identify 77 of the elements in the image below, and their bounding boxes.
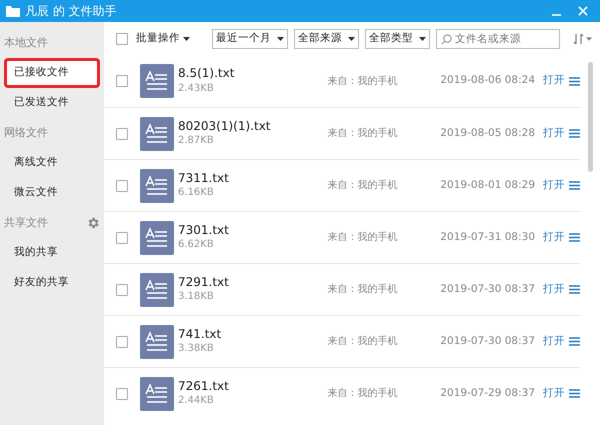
open-link[interactable]: 打开: [543, 126, 565, 142]
folder-icon: [6, 5, 20, 17]
row-checkbox[interactable]: [116, 388, 128, 400]
sidebar-item[interactable]: 已接收文件: [4, 58, 100, 88]
filter-dropdown[interactable]: 全部类型: [365, 28, 430, 48]
open-link[interactable]: 打开: [543, 334, 565, 350]
minimize-icon: [552, 14, 561, 16]
text-file-icon: [140, 116, 174, 150]
row-checkbox[interactable]: [116, 232, 128, 244]
file-date: 2019-08-01 08:29: [440, 178, 535, 193]
file-source: 来自：我的手机: [328, 178, 399, 193]
file-size: 2.87KB: [178, 134, 215, 148]
file-date: 2019-07-30 08:37: [440, 282, 535, 297]
sidebar-item[interactable]: 我的共享: [4, 238, 100, 268]
file-size: 2.43KB: [178, 82, 215, 96]
select-all-checkbox[interactable]: [116, 32, 128, 44]
sort-button[interactable]: [573, 32, 592, 44]
file-date: 2019-07-31 08:30: [440, 230, 535, 245]
sidebar-item[interactable]: 已发送文件: [4, 88, 100, 118]
file-date: 2019-07-29 08:37: [440, 386, 535, 401]
filter-dropdown[interactable]: 最近一个月: [212, 28, 288, 48]
file-source: 来自：我的手机: [328, 230, 399, 245]
caret-icon: [277, 36, 284, 40]
file-date: 2019-08-06 08:24: [440, 73, 535, 88]
open-link[interactable]: 打开: [543, 386, 565, 402]
row-checkbox[interactable]: [116, 336, 128, 348]
file-source: 来自：我的手机: [328, 386, 399, 401]
caret-icon: [586, 36, 592, 40]
scrollbar-thumb[interactable]: [588, 62, 593, 172]
file-name[interactable]: 7301.txt: [178, 222, 328, 238]
row-checkbox[interactable]: [116, 180, 128, 192]
text-file-icon: [140, 376, 174, 410]
text-file-icon: [140, 220, 174, 254]
file-size: 2.44KB: [178, 394, 215, 408]
file-name[interactable]: 8.5(1).txt: [178, 66, 328, 81]
sidebar-item[interactable]: 好友的共享: [4, 268, 100, 298]
section-title: 本地文件: [4, 34, 48, 51]
file-date: 2019-08-05 08:28: [440, 126, 535, 141]
file-name[interactable]: 7261.txt: [178, 378, 328, 394]
file-date: 2019-07-30 08:37: [440, 334, 535, 349]
file-name[interactable]: 7311.txt: [178, 170, 328, 186]
file-source: 来自：我的手机: [328, 126, 399, 141]
file-name[interactable]: 7291.txt: [178, 274, 328, 290]
open-link[interactable]: 打开: [543, 178, 565, 194]
row-checkbox[interactable]: [116, 284, 128, 296]
window-title: 凡辰 的 文件助手: [25, 3, 118, 20]
row-checkbox[interactable]: [116, 75, 128, 87]
open-link[interactable]: 打开: [543, 282, 565, 298]
file-size: 3.18KB: [178, 290, 215, 304]
sidebar-item[interactable]: 离线文件: [4, 148, 100, 178]
text-file-icon: [140, 324, 174, 358]
text-file-icon: [140, 168, 174, 202]
caret-icon: [183, 36, 190, 40]
section-title: 网络文件: [4, 124, 48, 141]
text-file-icon: [140, 272, 174, 306]
close-icon: [578, 6, 588, 16]
file-name[interactable]: 741.txt: [178, 326, 328, 342]
section-title: 共享文件: [4, 214, 48, 231]
file-size: 6.62KB: [178, 238, 215, 252]
settings-icon[interactable]: [86, 216, 100, 230]
file-source: 来自：我的手机: [328, 334, 399, 349]
filter-dropdown[interactable]: 全部来源: [294, 28, 359, 48]
batch-dropdown[interactable]: 批量操作: [134, 30, 192, 46]
caret-icon: [419, 36, 426, 40]
file-source: 来自：我的手机: [328, 74, 399, 88]
search-field[interactable]: 文件名或来源: [436, 28, 560, 48]
file-name[interactable]: 80203(1)(1).txt: [178, 118, 328, 134]
file-size: 3.38KB: [178, 342, 215, 356]
file-source: 来自：我的手机: [328, 282, 399, 297]
sort-icon: [573, 32, 584, 44]
row-checkbox[interactable]: [116, 128, 128, 140]
open-link[interactable]: 打开: [543, 230, 565, 246]
open-link[interactable]: 打开: [543, 73, 565, 89]
caret-icon: [348, 36, 355, 40]
text-file-icon: [140, 64, 174, 98]
file-size: 6.16KB: [178, 186, 215, 200]
sidebar-item[interactable]: 微云文件: [4, 178, 100, 208]
